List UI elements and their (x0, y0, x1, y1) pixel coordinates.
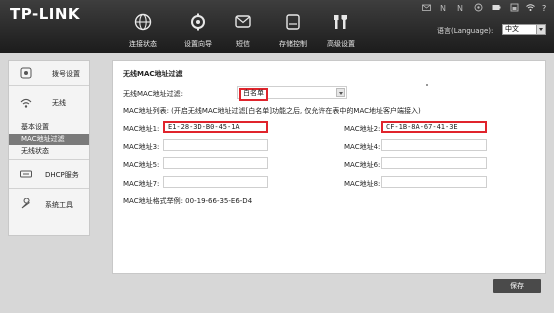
sidebar: 拨号设置 无线 基本设置 MAC地址过滤 无线状态 DHCP服务 系统工具 (8, 60, 90, 236)
signal-n2-icon: N (457, 4, 463, 12)
mac-field-8[interactable] (381, 176, 487, 188)
mac-format-example: MAC地址格式举例: 00-19-66-35-E6-D4 (123, 197, 253, 205)
language-select[interactable]: 中文 (502, 24, 546, 35)
top-bar: TP-LINK 连接状态 设置向导 短信 存储控制 高级设置 N N ? 语言(… (0, 0, 554, 53)
mac-label-6: MAC地址6: (344, 161, 381, 169)
save-button[interactable]: 保存 (493, 279, 541, 293)
mail-icon (422, 4, 431, 11)
globe-icon (134, 13, 152, 31)
nav-connection-status[interactable]: 连接状态 (118, 13, 168, 51)
nav-label: 短信 (236, 40, 250, 48)
svg-text:?: ? (542, 4, 546, 12)
mac-label-1: MAC地址1: (123, 125, 160, 133)
mac-field-4[interactable] (381, 139, 487, 151)
mac-label-7: MAC地址7: (123, 180, 160, 188)
nav-storage-control[interactable]: 存储控制 (268, 13, 318, 51)
mac-list-note: MAC地址列表: (开启无线MAC地址过滤[白名单]功能之后, 仅允许在表中的M… (123, 107, 421, 115)
page-title: 无线MAC地址过滤 (123, 70, 183, 78)
nav-advanced-settings[interactable]: 高级设置 (316, 13, 366, 51)
sidebar-item-system-tools[interactable]: 系统工具 (9, 188, 89, 220)
sidebar-item-label: 拨号设置 (52, 70, 80, 78)
mac-field-5[interactable] (163, 157, 268, 169)
mac-field-1[interactable]: E1-28-3D-B0-45-1A (163, 121, 268, 133)
signal-n-icon: N (440, 4, 446, 12)
language-label: 语言(Language): (437, 27, 494, 35)
sidebar-item-dial-settings[interactable]: 拨号设置 (9, 61, 89, 86)
mac-label-5: MAC地址5: (123, 161, 160, 169)
status-icons: N N ? (422, 3, 550, 12)
svg-text:N: N (440, 4, 446, 12)
sd-card-icon (474, 3, 483, 12)
submenu-mac-filter[interactable]: MAC地址过滤 (9, 134, 89, 145)
help-icon[interactable]: ? (541, 3, 550, 12)
wrench-icon (21, 198, 30, 209)
filter-mode-label: 无线MAC地址过滤: (123, 90, 183, 98)
dhcp-icon (20, 170, 32, 178)
submenu-basic-settings[interactable]: 基本设置 (9, 122, 89, 133)
mac-field-3[interactable] (163, 139, 268, 151)
tp-link-logo: TP-LINK (10, 5, 81, 23)
mac-field-7[interactable] (163, 176, 268, 188)
sidebar-item-label: 系统工具 (45, 201, 73, 209)
mac-filter-panel: 无线MAC地址过滤 无线MAC地址过滤: 白名单 MAC地址列表: (开启无线M… (112, 60, 546, 274)
mac-label-4: MAC地址4: (344, 143, 381, 151)
filter-mode-value: 白名单 (239, 88, 268, 101)
storage-icon (286, 14, 300, 30)
sidebar-item-wireless[interactable]: 无线 (9, 85, 89, 121)
wizard-icon (191, 13, 205, 31)
message-icon (235, 15, 251, 28)
nav-label: 连接状态 (129, 40, 157, 48)
nav-label: 存储控制 (279, 40, 307, 48)
nav-setup-wizard[interactable]: 设置向导 (173, 13, 223, 51)
sidebar-item-label: DHCP服务 (45, 171, 79, 179)
submenu-wireless-status[interactable]: 无线状态 (9, 146, 89, 157)
advanced-settings-icon (334, 15, 347, 29)
decorative-dot (426, 84, 428, 86)
mac-label-8: MAC地址8: (344, 180, 381, 188)
wifi-icon (20, 98, 32, 108)
language-value: 中文 (505, 25, 519, 33)
nav-label: 设置向导 (184, 40, 212, 48)
chevron-down-icon (536, 25, 545, 34)
battery-level-icon (510, 3, 519, 12)
battery-icon (492, 5, 501, 10)
mac-field-6[interactable] (381, 157, 487, 169)
sidebar-item-dhcp[interactable]: DHCP服务 (9, 159, 89, 189)
chevron-down-icon (336, 88, 345, 97)
mac-field-2[interactable]: CF-1B-8A-67-41-3E (381, 121, 487, 133)
mac-label-2: MAC地址2: (344, 125, 381, 133)
nav-sms[interactable]: 短信 (218, 13, 268, 51)
mac-label-3: MAC地址3: (123, 143, 160, 151)
nav-label: 高级设置 (327, 40, 355, 48)
wifi-icon (526, 4, 535, 11)
svg-text:N: N (457, 4, 463, 12)
filter-mode-select[interactable]: 白名单 (237, 86, 347, 101)
dial-icon (20, 67, 32, 79)
sidebar-item-label: 无线 (52, 99, 66, 107)
